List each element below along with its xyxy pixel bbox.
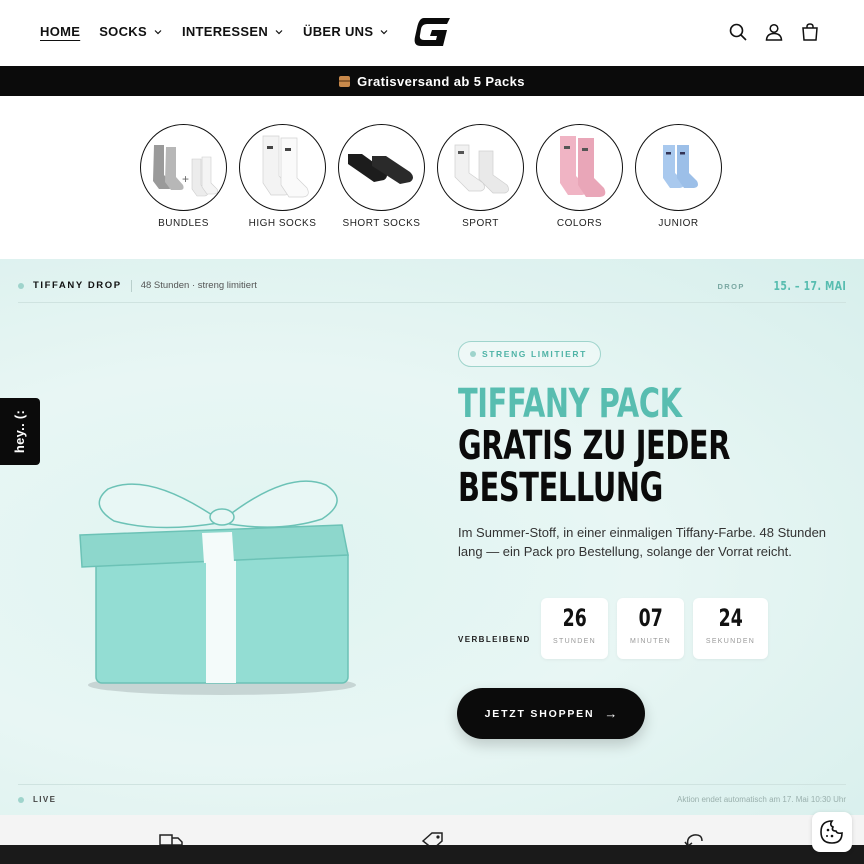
promo-end-note: Aktion endet automatisch am 17. Mai 10:3…: [677, 795, 846, 804]
category-colors[interactable]: COLORS: [536, 124, 623, 229]
countdown-hours: 26 STUNDEN: [541, 598, 608, 659]
nav-socks-label: SOCKS: [99, 24, 147, 39]
cookie-icon: [820, 820, 843, 844]
gift-box-illustration: [79, 480, 356, 695]
category-label: BUNDLES: [158, 218, 209, 229]
category-sport[interactable]: SPORT: [437, 124, 524, 229]
status-dot: [18, 282, 24, 289]
countdown-value: 07: [638, 604, 663, 632]
site-header: HOME SOCKS INTERESSEN ÜBER UNS: [0, 0, 864, 66]
category-label: SPORT: [462, 218, 499, 229]
hero-footer-bar: LIVE Aktion endet automatisch am 17. Mai…: [18, 784, 846, 814]
arrow-right-icon: →: [604, 706, 618, 721]
category-label: JUNIOR: [658, 218, 699, 229]
countdown-value: 26: [562, 604, 587, 632]
badge-label: STRENG LIMITIERT: [482, 349, 587, 359]
category-label: COLORS: [556, 218, 603, 229]
side-tab-label: hey.. (:: [12, 409, 28, 454]
category-junior[interactable]: JUNIOR: [635, 124, 722, 229]
live-dot: [18, 796, 24, 803]
blue-junior-socks-icon: [635, 124, 722, 211]
cta-label: JETZT SHOPPEN: [484, 707, 595, 720]
hero-description: Im Summer-Stoff, in einer einmaligen Tif…: [458, 525, 827, 559]
usp-strip: [0, 815, 864, 849]
main-nav: HOME SOCKS INTERESSEN ÜBER UNS: [40, 24, 408, 39]
category-row: + BUNDLES HIGH SOCKS SHORT SOCKS SPORT C…: [140, 124, 722, 229]
drop-dates: DROP 15. – 17. MAI: [717, 269, 846, 303]
category-label: SHORT SOCKS: [342, 218, 421, 229]
search-icon[interactable]: [728, 22, 748, 42]
header-actions: [728, 22, 820, 42]
shop-now-button[interactable]: JETZT SHOPPEN →: [457, 688, 645, 739]
cookie-settings-button[interactable]: [812, 812, 852, 852]
countdown-timer: 26 STUNDEN 07 MINUTEN 24 SEKUNDEN: [541, 598, 768, 659]
nav-interessen-label: INTERESSEN: [181, 24, 269, 39]
announcement-text: Gratisversand ab 5 Packs: [357, 73, 525, 89]
category-short-socks[interactable]: SHORT SOCKS: [338, 124, 425, 229]
drop-date: 15. – 17. MAI: [773, 279, 846, 293]
nav-home[interactable]: HOME: [40, 24, 80, 39]
feedback-side-tab[interactable]: hey.. (:: [0, 398, 40, 465]
countdown-value: 24: [718, 604, 743, 632]
drop-label: DROP: [717, 281, 745, 291]
white-sport-socks-icon: [437, 124, 524, 211]
live-label: LIVE: [33, 795, 57, 804]
chevron-down-icon: [275, 29, 283, 34]
headline-line-2: GRATIS ZU JEDER: [458, 423, 731, 469]
account-icon[interactable]: [764, 22, 784, 42]
cart-icon[interactable]: [800, 22, 820, 42]
category-bundles[interactable]: + BUNDLES: [140, 124, 227, 229]
hero-section: TIFFANY DROP 48 Stunden · streng limitie…: [0, 259, 864, 815]
bundle-socks-icon: +: [140, 124, 227, 211]
nav-ueber-uns[interactable]: ÜBER UNS: [303, 24, 389, 39]
black-short-socks-icon: [338, 124, 425, 211]
countdown-label: VERBLEIBEND: [458, 635, 531, 644]
bottom-dark-bar: [0, 845, 864, 864]
headline-line-3: BESTELLUNG: [458, 465, 663, 511]
countdown-unit: STUNDEN: [553, 638, 596, 645]
white-high-socks-icon: [239, 124, 326, 211]
limited-badge: STRENG LIMITIERT: [458, 341, 601, 367]
category-high-socks[interactable]: HIGH SOCKS: [239, 124, 326, 229]
drop-info-bar: TIFFANY DROP 48 Stunden · streng limitie…: [18, 269, 846, 303]
countdown-minutes: 07 MINUTEN: [617, 598, 684, 659]
chevron-down-icon: [154, 29, 162, 34]
divider: [130, 279, 132, 292]
drop-subtitle: 48 Stunden · streng limitiert: [140, 280, 257, 291]
nav-socks[interactable]: SOCKS: [99, 24, 163, 39]
chevron-down-icon: [380, 29, 388, 34]
nav-ueber-uns-label: ÜBER UNS: [303, 24, 374, 39]
pink-socks-icon: [536, 124, 623, 211]
brand-logo[interactable]: [414, 16, 452, 48]
category-label: HIGH SOCKS: [248, 218, 317, 229]
status-dot: [470, 351, 476, 357]
svg-text:+: +: [182, 172, 189, 186]
countdown-unit: MINUTEN: [630, 638, 671, 645]
drop-title: TIFFANY DROP: [33, 280, 122, 291]
countdown-unit: SEKUNDEN: [705, 638, 756, 645]
hero-headline: TIFFANY PACK GRATIS ZU JEDER BESTELLUNG: [458, 383, 832, 509]
headline-line-1: TIFFANY PACK: [458, 381, 682, 427]
nav-home-label: HOME: [40, 24, 81, 39]
countdown-seconds: 24 SEKUNDEN: [693, 598, 768, 659]
package-icon: [339, 75, 351, 87]
announcement-bar: Gratisversand ab 5 Packs: [0, 66, 864, 96]
nav-interessen[interactable]: INTERESSEN: [182, 24, 284, 39]
